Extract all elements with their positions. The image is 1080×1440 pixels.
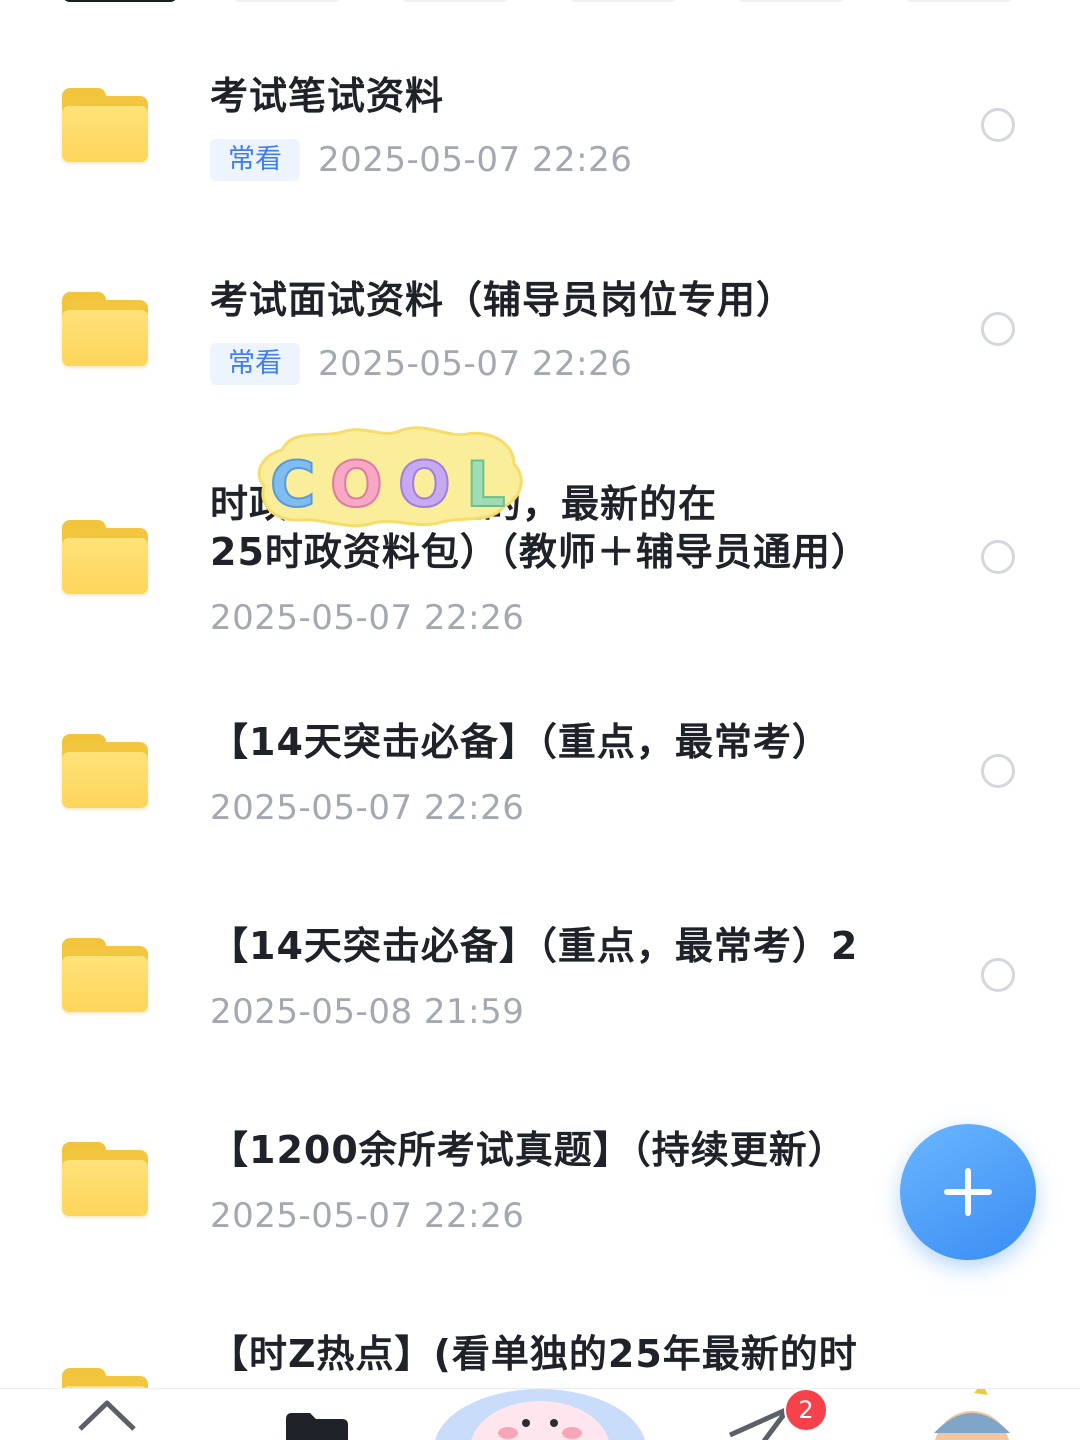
select-radio[interactable]	[981, 108, 1015, 142]
folder-meta: 常看 2025-05-07 22:26	[210, 342, 632, 386]
folder-meta: 2025-05-07 22:26	[210, 596, 524, 640]
select-radio[interactable]	[981, 754, 1015, 788]
sticker-letter-o1: O	[330, 448, 383, 521]
profile-avatar-icon[interactable]	[930, 1389, 1020, 1440]
folder-meta: 2025-05-07 22:26	[210, 786, 524, 830]
frequent-badge: 常看	[210, 139, 300, 181]
folder-icon	[62, 520, 148, 594]
folder-date: 2025-05-08 21:59	[210, 992, 525, 1032]
cool-sticker: C O O L	[257, 426, 523, 528]
folder-date: 2025-05-07 22:26	[318, 344, 633, 384]
add-button[interactable]	[900, 1124, 1036, 1260]
folder-date: 2025-05-07 22:26	[210, 598, 525, 638]
folder-title: 【时Z热点】(看单独的25年最新的时	[210, 1332, 858, 1376]
folder-icon	[62, 938, 148, 1012]
select-radio[interactable]	[981, 312, 1015, 346]
sticker-letter-c: C	[270, 448, 316, 521]
folder-row[interactable]: 考试面试资料（辅导员岗位专用） 常看 2025-05-07 22:26	[0, 226, 1080, 430]
folder-row[interactable]: 考试笔试资料 常看 2025-05-07 22:26	[0, 0, 1080, 226]
avatar-center-icon[interactable]	[430, 1389, 650, 1440]
folder-date: 2025-05-07 22:26	[210, 1196, 525, 1236]
folder-title-line2: 25时政资料包）（教师＋辅导员通用）	[210, 530, 870, 574]
home-icon[interactable]	[72, 1389, 142, 1440]
bottom-nav	[0, 1388, 1080, 1440]
folder-date: 2025-05-07 22:26	[210, 788, 525, 828]
folder-date: 2025-05-07 22:26	[318, 140, 633, 180]
folder-title: 【14天突击必备】（重点，最常考）2	[210, 924, 859, 968]
folder-title: 【1200余所考试真题】（持续更新）	[210, 1128, 847, 1172]
sticker-letter-o2: O	[398, 448, 451, 521]
folder-title: 考试笔试资料	[210, 74, 445, 118]
file-list-page: 考试笔试资料 常看 2025-05-07 22:26 考试面试资料（辅导员岗位专…	[0, 0, 1080, 1440]
folder-title: 考试面试资料（辅导员岗位专用）	[210, 278, 796, 322]
select-radio[interactable]	[981, 958, 1015, 992]
folder-row[interactable]: 【时Z热点】(看单独的25年最新的时	[0, 1286, 1080, 1396]
folder-row[interactable]: 时政（最有价值的，最新的在 25时政资料包）（教师＋辅导员通用） 2025-05…	[0, 430, 1080, 660]
folder-row[interactable]: 【14天突击必备】（重点，最常考） 2025-05-07 22:26	[0, 660, 1080, 872]
folder-title: 【14天突击必备】（重点，最常考）	[210, 720, 831, 764]
folder-meta: 常看 2025-05-07 22:26	[210, 138, 632, 182]
folder-meta: 2025-05-08 21:59	[210, 990, 524, 1034]
folder-icon	[62, 1142, 148, 1216]
select-radio[interactable]	[981, 540, 1015, 574]
notification-badge: 2	[784, 1388, 828, 1432]
folder-row[interactable]: 【14天突击必备】（重点，最常考）2 2025-05-08 21:59	[0, 872, 1080, 1076]
frequent-badge: 常看	[210, 343, 300, 385]
sticker-letter-l: L	[466, 448, 506, 521]
folder-icon	[62, 292, 148, 366]
folder-icon	[62, 88, 148, 162]
folder-icon	[62, 734, 148, 808]
files-icon[interactable]	[282, 1389, 352, 1440]
folder-meta: 2025-05-07 22:26	[210, 1194, 524, 1238]
